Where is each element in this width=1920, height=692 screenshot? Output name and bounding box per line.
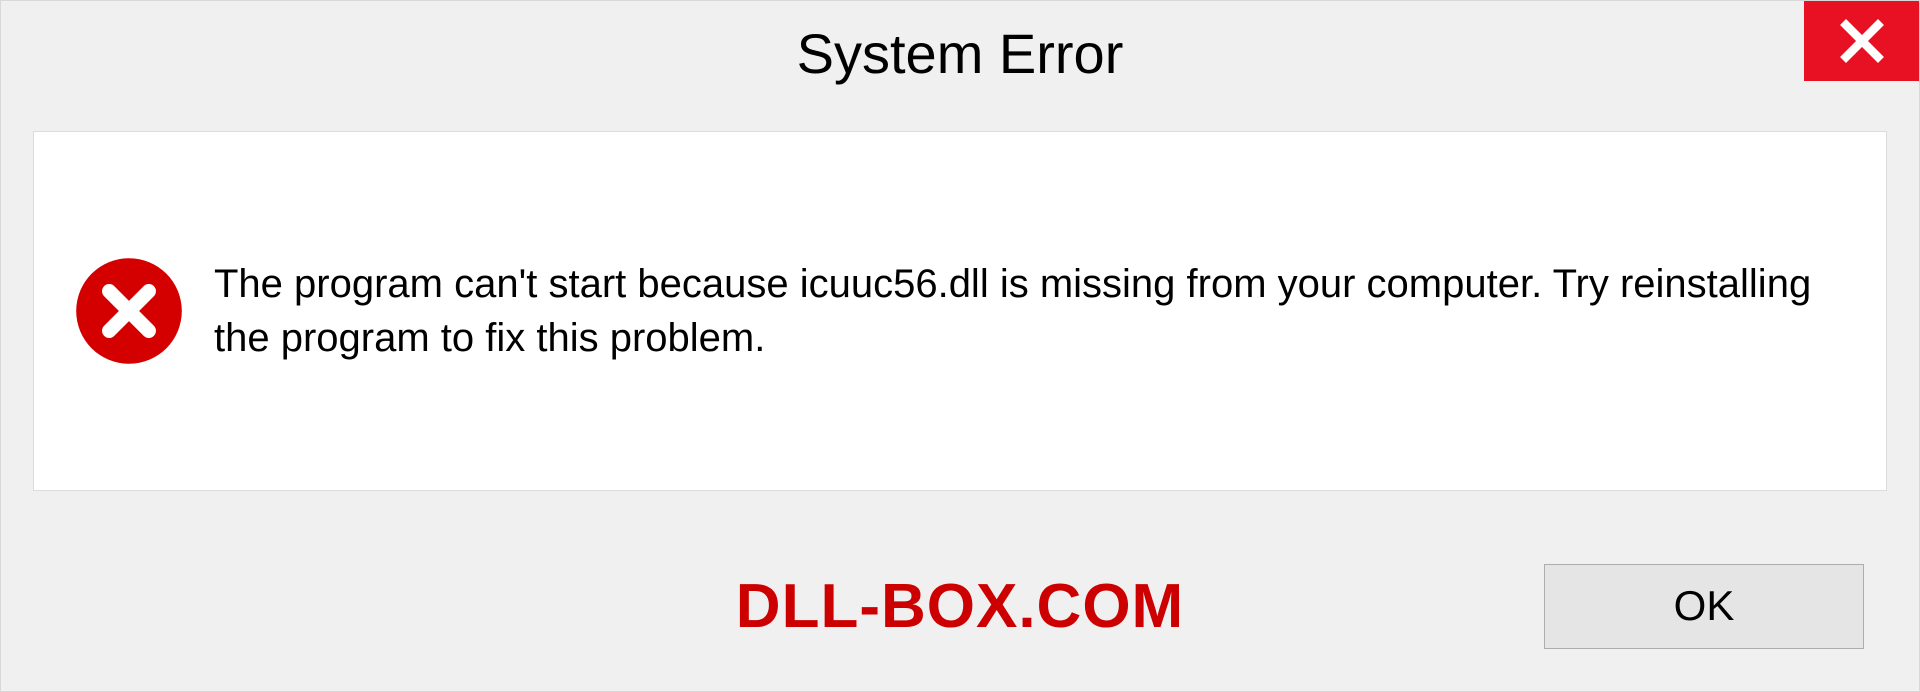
footer: DLL-BOX.COM OK: [1, 521, 1919, 691]
content-panel: The program can't start because icuuc56.…: [33, 131, 1887, 491]
error-message: The program can't start because icuuc56.…: [214, 257, 1856, 365]
error-icon: [74, 256, 184, 366]
system-error-dialog: System Error The program can't start bec…: [0, 0, 1920, 692]
close-icon: [1838, 17, 1886, 65]
close-button[interactable]: [1804, 1, 1919, 81]
watermark-text: DLL-BOX.COM: [736, 571, 1184, 642]
dialog-title: System Error: [797, 21, 1124, 86]
titlebar: System Error: [1, 1, 1919, 106]
ok-button[interactable]: OK: [1544, 564, 1864, 649]
